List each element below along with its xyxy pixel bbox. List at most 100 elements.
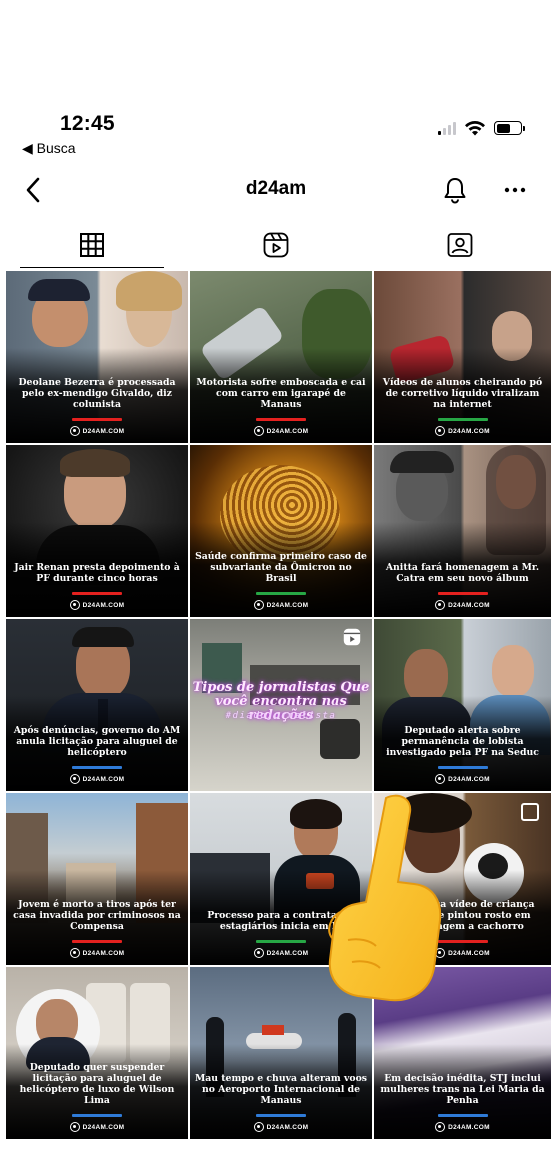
post-thumbnail[interactable]: Em decisão inédita, STJ inclui mulheres … (374, 967, 551, 1139)
brand-watermark: D24AM.COM (6, 1122, 188, 1132)
brand-logo-icon (253, 1122, 264, 1132)
posts-grid: Deolane Bezerra é processada pelo ex-men… (6, 271, 551, 1139)
post-color-stripe (437, 766, 488, 769)
brand-label: D24AM.COM (448, 775, 490, 783)
brand-logo-icon (253, 948, 264, 958)
post-color-stripe (437, 592, 488, 595)
brand-label: D24AM.COM (266, 427, 309, 435)
brand-watermark: D24AM.COM (190, 948, 372, 958)
brand-logo-icon (435, 426, 446, 436)
status-time: 12:45 (60, 112, 115, 135)
tab-posts[interactable] (0, 222, 184, 268)
brand-logo-icon (435, 1122, 446, 1132)
reel-badge (342, 627, 362, 652)
post-caption: Mau tempo e chuva alteram voos no Aeropo… (194, 1073, 368, 1106)
post-thumbnail[interactable]: Deputado alerta sobre permanência de lob… (374, 619, 551, 791)
more-options-button[interactable] (500, 172, 530, 208)
post-caption: Após denúncias, governo do AM anula lici… (13, 725, 181, 758)
profile-tabs (0, 222, 552, 268)
post-thumbnail[interactable]: Saúde confirma primeiro caso de subvaria… (190, 445, 372, 617)
post-thumbnail[interactable]: Deputado quer suspender licitação para a… (6, 967, 188, 1139)
post-caption: Deolane Bezerra é processada pelo ex-men… (18, 377, 176, 410)
brand-label: D24AM.COM (82, 427, 125, 435)
post-color-stripe (72, 418, 122, 421)
brand-watermark: D24AM.COM (374, 600, 551, 610)
post-thumbnail[interactable]: Anitta fará homenagem a Mr. Catra em seu… (374, 445, 551, 617)
brand-label: D24AM.COM (266, 601, 309, 609)
battery-icon (494, 121, 525, 135)
grid-icon (80, 233, 104, 257)
brand-watermark: D24AM.COM (6, 948, 188, 958)
brand-watermark: D24AM.COM (6, 600, 188, 610)
brand-logo-icon (253, 600, 264, 610)
post-thumbnail[interactable]: Jair Renan presta depoimento à PF durant… (6, 445, 188, 617)
brand-label: D24AM.COM (82, 601, 125, 609)
brand-label: D24AM.COM (82, 1123, 125, 1131)
brand-label: D24AM.COM (266, 1123, 309, 1131)
brand-watermark: D24AM.COM (374, 948, 551, 958)
post-thumbnail[interactable]: Motorista sofre emboscada e cai com carr… (190, 271, 372, 443)
post-thumbnail[interactable]: Jovem é morto a tiros após ter casa inva… (6, 793, 188, 965)
post-color-stripe (72, 940, 122, 943)
reels-icon (263, 232, 289, 258)
post-thumbnail[interactable]: Processo para a contratação estagiários … (190, 793, 372, 965)
post-caption: Processo para a contratação estagiários … (207, 910, 355, 932)
back-to-app-link[interactable]: ◀ Busca (22, 140, 76, 157)
brand-label: D24AM.COM (82, 775, 125, 783)
post-caption: Em decisão inédita, STJ inclui mulheres … (380, 1073, 545, 1106)
post-thumbnail[interactable]: Após denúncias, governo do AM anula lici… (6, 619, 188, 791)
post-caption: Deputado alerta sobre permanência de lob… (386, 725, 539, 758)
post-thumbnail[interactable]: Mau tempo e chuva alteram voos no Aeropo… (190, 967, 372, 1139)
brand-logo-icon (435, 948, 446, 958)
post-color-stripe (437, 940, 488, 943)
brand-logo-icon (435, 774, 446, 784)
post-color-stripe (72, 766, 122, 769)
brand-logo-icon (69, 1122, 80, 1132)
post-thumbnail[interactable]: Vídeos de alunos cheirando pó de correti… (374, 271, 551, 443)
tagged-user-icon (447, 233, 473, 257)
post-caption: Vídeos de alunos cheirando pó de correti… (382, 377, 543, 410)
post-thumbnail[interactable]: Deolane Bezerra é processada pelo ex-men… (6, 271, 188, 443)
brand-label: D24AM.COM (266, 949, 309, 957)
brand-watermark: D24AM.COM (374, 774, 551, 784)
cellular-signal-icon (438, 121, 456, 135)
post-caption: Anitta fará homenagem a Mr. Catra em seu… (385, 562, 540, 584)
post-color-stripe (256, 1114, 306, 1117)
brand-watermark: D24AM.COM (190, 426, 372, 436)
tab-reels[interactable] (184, 222, 368, 268)
brand-watermark: D24AM.COM (6, 426, 188, 436)
post-caption: Deputado quer suspender licitação para a… (19, 1062, 175, 1106)
brand-watermark: D24AM.COM (6, 774, 188, 784)
post-color-stripe (72, 592, 122, 595)
brand-logo-icon (69, 426, 80, 436)
status-icons (438, 120, 525, 136)
post-caption: Jovem é morto a tiros após ter casa inva… (13, 899, 181, 932)
status-bar: 12:45 ◀ Busca (0, 108, 552, 158)
brand-label: D24AM.COM (448, 601, 490, 609)
post-color-stripe (256, 592, 306, 595)
post-caption: vis publica vídeo de criança lleria que … (390, 899, 535, 932)
post-color-stripe (256, 418, 306, 421)
back-button[interactable] (18, 172, 48, 208)
post-thumbnail-reel[interactable]: Tipos de jornalistas Que você encontra n… (190, 619, 372, 791)
brand-watermark: D24AM.COM (190, 1122, 372, 1132)
post-color-stripe (437, 1114, 488, 1117)
brand-logo-icon (69, 774, 80, 784)
profile-nav-bar: d24am (0, 168, 552, 212)
brand-label: D24AM.COM (82, 949, 125, 957)
post-color-stripe (256, 940, 306, 943)
post-caption: Saúde confirma primeiro caso de subvaria… (195, 551, 367, 584)
brand-logo-icon (253, 426, 264, 436)
brand-logo-icon (69, 600, 80, 610)
chevron-left-icon (26, 177, 40, 203)
notifications-button[interactable] (440, 172, 470, 208)
tab-tagged[interactable] (368, 222, 552, 268)
post-color-stripe (437, 418, 488, 421)
reel-overlay-hashtag: #diadojornalista (225, 711, 337, 721)
bell-icon (444, 178, 466, 204)
post-color-stripe (72, 1114, 122, 1117)
post-thumbnail[interactable]: vis publica vídeo de criança lleria que … (374, 793, 551, 965)
post-caption: Jair Renan presta depoimento à PF durant… (14, 562, 180, 584)
brand-logo-icon (435, 600, 446, 610)
brand-label: D24AM.COM (448, 427, 490, 435)
